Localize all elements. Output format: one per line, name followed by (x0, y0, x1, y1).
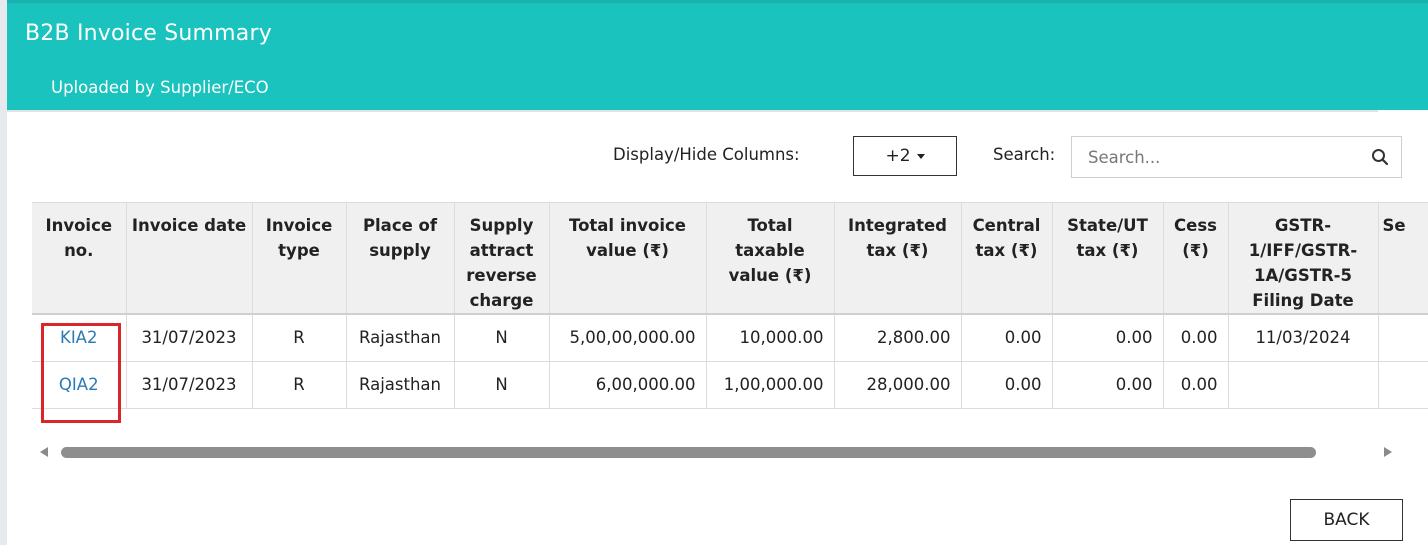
invoice-table: Invoice no. Invoice date Invoice type Pl… (32, 202, 1428, 409)
table-header-row: Invoice no. Invoice date Invoice type Pl… (32, 202, 1428, 314)
scroll-right-arrow-icon[interactable] (1384, 447, 1392, 457)
caret-down-icon (916, 153, 925, 159)
column-header[interactable]: Se (1378, 202, 1428, 314)
table-cell: 11/03/2024 (1228, 313, 1379, 362)
display-hide-columns-button[interactable]: +2 (853, 136, 957, 176)
header-divider (7, 110, 1378, 112)
table-cell: 0.00 (1163, 361, 1229, 409)
scroll-left-arrow-icon[interactable] (40, 447, 48, 457)
table-cell: R (252, 313, 347, 362)
columns-button-label: +2 (885, 146, 911, 166)
header-subtitle: Uploaded by Supplier/ECO (51, 78, 269, 97)
invoice-link[interactable]: QIA2 (32, 361, 127, 409)
table-cell: 2,800.00 (834, 313, 962, 362)
column-header[interactable]: Invoice no. (32, 202, 127, 314)
invoice-link[interactable]: KIA2 (32, 313, 127, 362)
column-header[interactable]: Total invoice value (₹) (549, 202, 707, 314)
horizontal-scrollbar-thumb[interactable] (61, 447, 1316, 458)
search-input[interactable] (1072, 137, 1368, 177)
table-cell: 28,000.00 (834, 361, 962, 409)
search-label: Search: (993, 145, 1056, 164)
column-header[interactable]: Supply attract reverse charge (454, 202, 550, 314)
left-edge-strip (0, 0, 7, 545)
table-cell: 31/07/2023 (126, 313, 253, 362)
search-box (1071, 136, 1402, 178)
column-header[interactable]: Invoice date (126, 202, 253, 314)
table-cell: 0.00 (961, 361, 1053, 409)
table-cell: N (454, 313, 550, 362)
table-cell: R (252, 361, 347, 409)
table-row: QIA2 31/07/2023 R Rajasthan N 6,00,000.0… (32, 361, 1428, 409)
column-header[interactable]: Total taxable value (₹) (706, 202, 835, 314)
table-cell: 6,00,000.00 (549, 361, 707, 409)
table-row: KIA2 31/07/2023 R Rajasthan N 5,00,00,00… (32, 313, 1428, 362)
table-cell: 0.00 (961, 313, 1053, 362)
table-cell: 10,000.00 (706, 313, 835, 362)
column-header[interactable]: Cess (₹) (1163, 202, 1229, 314)
table-cell: 5,00,00,000.00 (549, 313, 707, 362)
table-cell: Rajasthan (346, 361, 455, 409)
column-header[interactable]: Central tax (₹) (961, 202, 1053, 314)
page-title: B2B Invoice Summary (25, 21, 272, 46)
table-cell: N (454, 361, 550, 409)
invoice-table-container: Invoice no. Invoice date Invoice type Pl… (32, 202, 1428, 420)
table-cell (1378, 361, 1428, 409)
table-cell: 0.00 (1052, 313, 1164, 362)
column-header[interactable]: Invoice type (252, 202, 347, 314)
column-header[interactable]: Integrated tax (₹) (834, 202, 962, 314)
table-cell (1228, 361, 1379, 409)
table-cell: 31/07/2023 (126, 361, 253, 409)
page-header: B2B Invoice Summary Uploaded by Supplier… (7, 0, 1428, 110)
search-icon[interactable] (1371, 148, 1389, 166)
column-header[interactable]: Place of supply (346, 202, 455, 314)
display-hide-columns-label: Display/Hide Columns: (613, 145, 800, 164)
table-cell: 0.00 (1052, 361, 1164, 409)
column-header[interactable]: GSTR-1/IFF/GSTR-1A/GSTR-5 Filing Date (1228, 202, 1379, 314)
table-cell: 1,00,000.00 (706, 361, 835, 409)
table-cell: 0.00 (1163, 313, 1229, 362)
back-button[interactable]: BACK (1290, 499, 1403, 541)
table-cell: Rajasthan (346, 313, 455, 362)
column-header[interactable]: State/UT tax (₹) (1052, 202, 1164, 314)
table-cell (1378, 313, 1428, 362)
